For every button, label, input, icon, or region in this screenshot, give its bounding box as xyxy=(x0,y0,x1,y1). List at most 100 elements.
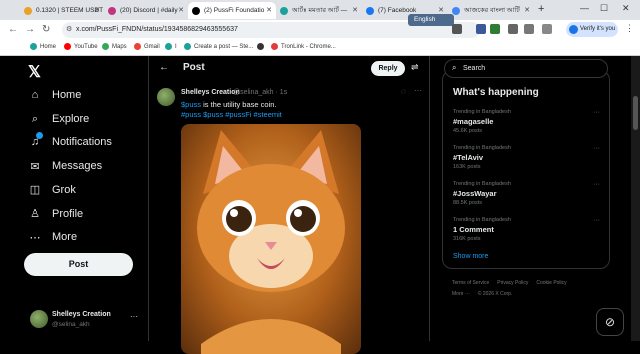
tab-title: (20) Discord | #daily xyxy=(120,7,178,14)
more-icon[interactable]: ··· xyxy=(593,109,600,116)
browser-tab[interactable]: (2) PussFi Foundatio ✕ xyxy=(188,2,276,19)
nav-item-more[interactable]: ⋯ More xyxy=(28,231,78,244)
nav-label: Home xyxy=(52,89,82,101)
more-icon[interactable]: ··· xyxy=(130,312,138,321)
trend-item[interactable]: Trending in Bangladesh 1 Comment 316K post… xyxy=(453,217,603,247)
new-tab-button[interactable]: + xyxy=(538,3,544,15)
bookmark-item[interactable]: Maps xyxy=(102,43,127,50)
bookmark-item[interactable]: Create a post — Ste... xyxy=(184,43,253,50)
scrollbar[interactable] xyxy=(631,56,640,341)
close-tab-icon[interactable]: ✕ xyxy=(94,6,100,14)
tweet-image[interactable] xyxy=(181,124,361,354)
minimize-button[interactable]: — xyxy=(580,3,589,13)
avatar xyxy=(30,310,48,328)
tweet-author[interactable]: Shelleys Creation xyxy=(181,89,240,96)
bookmark-item[interactable]: TronLink - Chrome... xyxy=(271,43,336,50)
split-screen-icon[interactable] xyxy=(542,24,552,34)
language-pill[interactable]: English xyxy=(408,14,454,26)
more-circle-icon: ⋯ xyxy=(29,231,41,244)
close-tab-icon[interactable]: ✕ xyxy=(352,6,358,14)
nav-label: Profile xyxy=(52,207,84,220)
reload-icon[interactable]: ↻ xyxy=(42,24,50,35)
nav-item-notifications[interactable]: ♫ Notifications xyxy=(28,132,112,148)
nav-item-explore[interactable]: ⌕ Explore xyxy=(28,113,89,126)
more-icon[interactable]: ··· xyxy=(593,181,600,188)
close-tab-icon[interactable]: ✕ xyxy=(524,6,530,14)
avatar[interactable] xyxy=(157,88,175,106)
sliders-icon[interactable]: ⇌ xyxy=(411,62,419,73)
bookmark-item[interactable]: Gmail xyxy=(134,43,160,50)
extension-icon[interactable] xyxy=(490,24,500,34)
bookmark-item[interactable] xyxy=(257,43,267,50)
tweet-text: $puss is the utility base coin. xyxy=(181,100,276,109)
puzzle-icon[interactable] xyxy=(508,24,518,34)
browser-tab[interactable]: (20) Discord | #daily ✕ xyxy=(104,2,188,19)
scrollbar-thumb[interactable] xyxy=(633,96,638,130)
extension-icon[interactable] xyxy=(476,24,486,34)
footer-link[interactable]: Terms of Service xyxy=(452,280,489,286)
account-switcher[interactable]: Shelleys Creation @selina_akh ··· xyxy=(30,310,142,332)
maximize-button[interactable]: ☐ xyxy=(600,3,608,14)
nav-label: More xyxy=(52,231,78,244)
bookmark-item[interactable]: Home xyxy=(30,43,56,50)
right-sidebar: What's happening Trending in Bangladesh #… xyxy=(430,56,640,341)
grok-icon[interactable]: ◌ xyxy=(401,87,406,96)
grok-drawer-button[interactable]: ⊘ xyxy=(596,308,624,336)
nav-item-messages[interactable]: ✉ Messages xyxy=(28,160,102,173)
bookmark-favicon-icon xyxy=(165,43,172,50)
close-window-button[interactable]: ✕ xyxy=(622,3,630,14)
back-arrow-icon[interactable]: ← xyxy=(159,62,169,73)
footer-link[interactable]: Privacy Policy xyxy=(497,280,528,286)
close-tab-icon[interactable]: ✕ xyxy=(178,6,184,14)
nav-label: Explore xyxy=(52,113,90,126)
bookmark-item[interactable]: I xyxy=(165,43,177,50)
trend-topic: 1 Comment xyxy=(453,225,494,234)
browser-menu-icon[interactable]: ⋮ xyxy=(625,23,634,34)
nav-item-grok[interactable]: ◫ Grok xyxy=(28,183,76,197)
tab-favicon-icon xyxy=(366,6,374,15)
verify-button[interactable]: Verify it's you xyxy=(566,22,618,37)
browser-tab[interactable]: আর্টঃ মমতার আর্ট — ✕ xyxy=(276,2,362,19)
bookmark-label: TronLink - Chrome... xyxy=(281,43,336,50)
more-icon[interactable]: ··· xyxy=(414,86,422,95)
more-icon[interactable]: ··· xyxy=(593,145,600,152)
hashtag-links[interactable]: #puss $puss #pussFi #steemit xyxy=(181,110,282,119)
grok-icon: ◫ xyxy=(29,184,41,197)
more-icon[interactable]: ··· xyxy=(593,217,600,224)
forward-arrow-icon[interactable]: → xyxy=(25,24,35,35)
download-icon[interactable] xyxy=(524,24,534,34)
tweet-hashtags: #puss $puss #pussFi #steemit xyxy=(181,110,282,119)
show-more-link[interactable]: Show more xyxy=(453,253,488,260)
trend-item[interactable]: Trending in Bangladesh #magaselle 45.6K po… xyxy=(453,109,603,139)
nav-item-home[interactable]: ⌂ Home xyxy=(28,89,82,101)
nav-item-profile[interactable]: ♙ Profile xyxy=(28,207,84,221)
browser-tab[interactable]: 0.1320 | STEEM USDT ✕ xyxy=(20,2,104,19)
browser-tab[interactable]: আজকের বাংলা আর্টি ✕ xyxy=(448,2,534,19)
tab-title: (2) PussFi Foundatio xyxy=(204,7,265,14)
tab-favicon-icon xyxy=(280,6,288,15)
trend-item[interactable]: Trending in Bangladesh #JossWayar 88.5K po… xyxy=(453,181,603,211)
tab-title: (7) Facebook xyxy=(378,7,417,14)
close-tab-icon[interactable]: ✕ xyxy=(438,6,444,14)
close-tab-icon[interactable]: ✕ xyxy=(266,6,272,14)
footer-link[interactable]: © 2026 X Corp. xyxy=(478,291,513,297)
back-arrow-icon[interactable]: ← xyxy=(8,24,18,35)
extension-icon[interactable] xyxy=(452,24,462,34)
x-logo-icon[interactable]: 𝕏 xyxy=(28,62,41,82)
footer-link[interactable]: More ··· xyxy=(452,291,470,297)
tab-favicon-icon xyxy=(24,6,32,15)
post-button[interactable]: Post xyxy=(24,253,133,276)
trend-count: 316K posts xyxy=(453,236,481,242)
trend-item[interactable]: Trending in Bangladesh #TelAviv 163K posts… xyxy=(453,145,603,175)
cashtag-link[interactable]: $puss xyxy=(181,100,201,109)
site-info-icon[interactable]: ⚙ xyxy=(66,22,72,38)
search-input[interactable]: ⌕ Search xyxy=(444,59,608,78)
verify-label: Verify it's you xyxy=(580,26,616,32)
page-title: Post xyxy=(183,62,205,73)
bookmark-label: Create a post — Ste... xyxy=(194,43,254,50)
home-icon: ⌂ xyxy=(31,89,39,101)
reply-button[interactable]: Reply xyxy=(371,61,405,76)
footer-link[interactable]: Cookie Policy xyxy=(536,280,566,286)
trend-context: Trending in Bangladesh xyxy=(453,181,511,187)
bookmark-item[interactable]: YouTube xyxy=(64,43,98,50)
